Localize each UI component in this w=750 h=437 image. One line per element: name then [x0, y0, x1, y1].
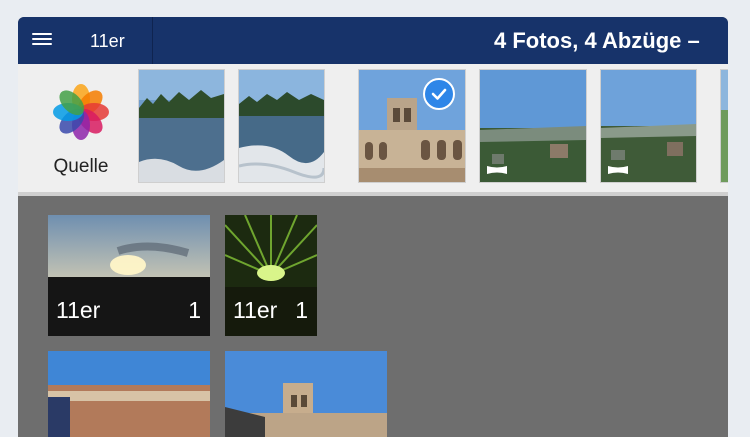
print-tile[interactable]: 11er 1: [225, 215, 317, 336]
source-thumbnail[interactable]: [479, 69, 587, 183]
breadcrumb[interactable]: 11er: [90, 31, 125, 52]
photo-lake-wake: [239, 70, 324, 182]
photos-app-icon: [53, 84, 109, 140]
print-format: 11er: [233, 297, 278, 323]
photo-tower: [225, 351, 387, 437]
print-tile[interactable]: 11er 1: [48, 215, 210, 336]
selected-check-icon: [423, 78, 455, 110]
menu-icon[interactable]: [32, 30, 52, 50]
source-strip: Quelle: [18, 64, 728, 196]
source-thumbnail-partial[interactable]: [720, 69, 728, 183]
source-thumbnail[interactable]: [238, 69, 325, 183]
source-thumbnail[interactable]: [600, 69, 697, 183]
panorama-icon: [607, 164, 629, 176]
print-tile[interactable]: [225, 351, 387, 437]
print-count: 1: [295, 297, 308, 323]
panorama-icon: [486, 164, 508, 176]
source-label: Quelle: [53, 156, 109, 177]
app-window: 11er 4 Fotos, 4 Abzüge – Quelle 11er 1 1…: [18, 17, 728, 437]
prints-grid: 11er 1 11er 1: [18, 196, 728, 437]
photo-courtyard: [48, 351, 210, 437]
print-tile[interactable]: [48, 351, 210, 437]
print-count: 1: [188, 297, 201, 323]
top-bar: 11er 4 Fotos, 4 Abzüge –: [18, 17, 728, 64]
photo-lake-trees: [139, 70, 224, 182]
print-format: 11er: [56, 297, 101, 323]
photo-partial: [721, 70, 728, 182]
page-title: 4 Fotos, 4 Abzüge –: [494, 28, 700, 53]
source-button[interactable]: Quelle: [18, 64, 136, 192]
source-thumbnail-selected[interactable]: [358, 69, 466, 183]
source-thumbnail[interactable]: [138, 69, 225, 183]
divider: [152, 17, 153, 64]
